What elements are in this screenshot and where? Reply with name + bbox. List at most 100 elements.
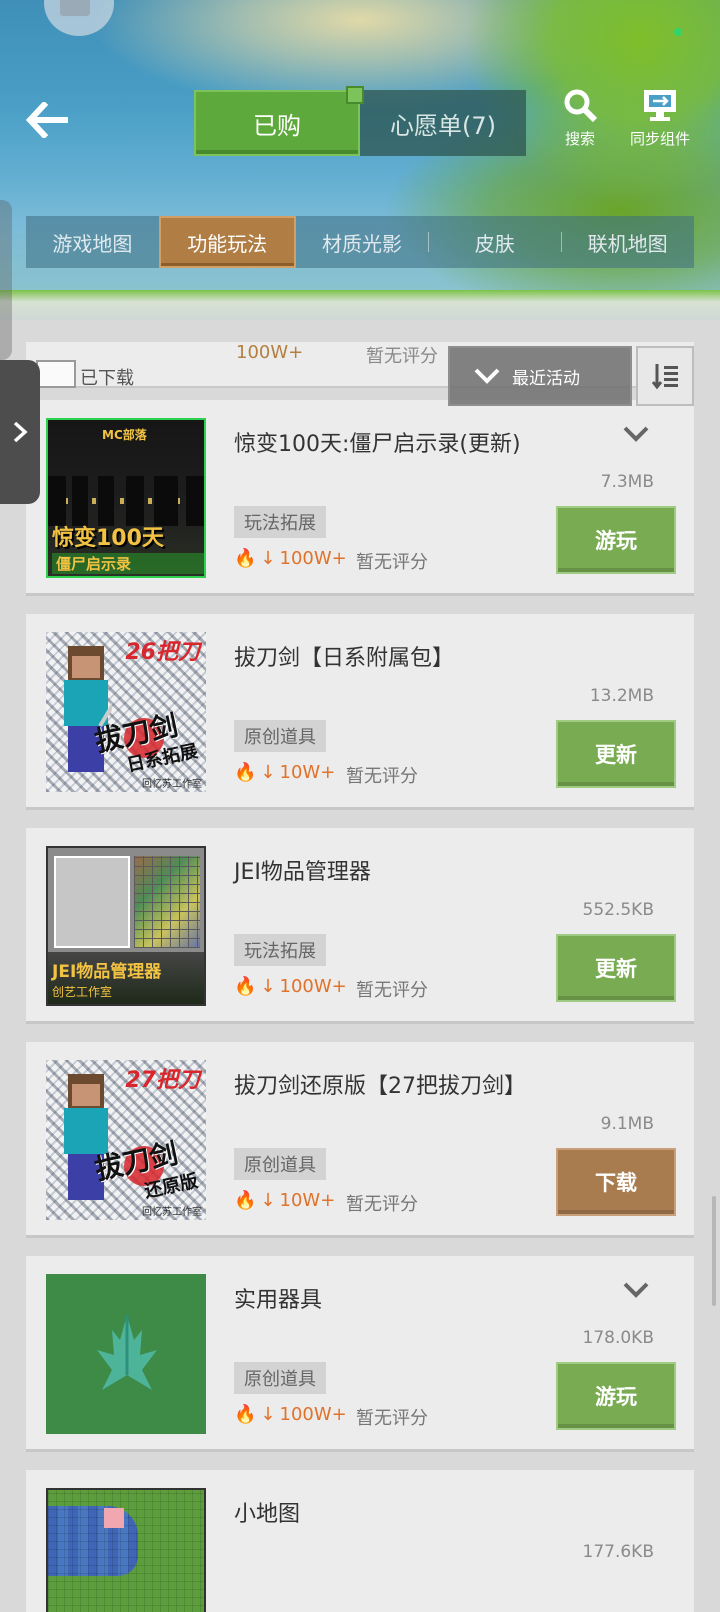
sort-order-button[interactable] <box>636 346 694 406</box>
header-background: 已购 心愿单(7) 搜索 同步组件 游戏地图 功能玩法 材质光影 皮肤 联机地图 <box>0 0 720 300</box>
tab-skins[interactable]: 皮肤 <box>428 216 561 268</box>
update-button[interactable]: 更新 <box>556 720 676 788</box>
item-title[interactable]: JEI物品管理器 <box>234 854 371 886</box>
item-rating: 暂无评分 <box>356 980 428 1001</box>
item-downloads: 🔥 ↓ 100W+ <box>234 548 347 569</box>
down-arrow-icon: ↓ <box>260 1404 276 1425</box>
down-arrow-icon: ↓ <box>260 1190 276 1211</box>
back-button[interactable] <box>26 100 70 140</box>
item-title[interactable]: 小地图 <box>234 1496 300 1528</box>
item-tag: 原创道具 <box>234 1148 326 1180</box>
list-item[interactable]: MC部落 惊变100天 僵尸启示录 惊变100天:僵尸启示录(更新) 7.3MB… <box>26 400 694 596</box>
item-downloads: 🔥 ↓ 10W+ <box>234 1190 335 1211</box>
thumb-subtitle-text: 创艺工作室 <box>52 985 113 999</box>
sync-components-button[interactable]: 同步组件 <box>620 86 700 150</box>
item-thumbnail[interactable]: MC部落 惊变100天 僵尸启示录 <box>46 418 206 578</box>
search-button[interactable]: 搜索 <box>540 86 620 150</box>
item-size: 9.1MB <box>600 1114 654 1134</box>
list-item[interactable]: JEI物品管理器 创艺工作室 JEI物品管理器 552.5KB 玩法拓展 🔥 ↓… <box>26 828 694 1024</box>
item-title[interactable]: 实用器具 <box>234 1282 322 1314</box>
thumb-skyline <box>48 476 204 526</box>
tab-multiplayer-maps[interactable]: 联机地图 <box>561 216 694 268</box>
item-thumbnail[interactable]: JEI物品管理器 创艺工作室 <box>46 846 206 1006</box>
tab-textures-shaders[interactable]: 材质光影 <box>296 216 429 268</box>
thumb-title-text: 惊变100天 <box>52 526 164 551</box>
page: 已购 心愿单(7) 搜索 同步组件 游戏地图 功能玩法 材质光影 皮肤 联机地图… <box>0 0 720 1612</box>
item-downloads: 🔥 ↓ 100W+ <box>234 1404 347 1425</box>
downloaded-label: 已下载 <box>80 368 134 389</box>
monitor-sync-icon <box>641 86 679 124</box>
download-count: 100W+ <box>279 1404 347 1425</box>
item-rating: 暂无评分 <box>356 552 428 573</box>
item-title[interactable]: 拔刀剑还原版【27把拔刀剑】 <box>234 1068 526 1100</box>
thumb-number-text: 26把刀 <box>125 640 200 665</box>
header-divider <box>0 290 720 320</box>
down-arrow-icon: ↓ <box>260 762 276 783</box>
list-item[interactable]: 27把刀 拔刀剑 还原版 回忆苏工作室 拔刀剑还原版【27把拔刀剑】 9.1MB… <box>26 1042 694 1238</box>
play-button[interactable]: 游玩 <box>556 506 676 574</box>
item-tag: 玩法拓展 <box>234 506 326 538</box>
downloaded-checkbox[interactable] <box>36 360 76 388</box>
edge-handle[interactable] <box>0 200 12 360</box>
thumb-item-grid <box>134 856 200 948</box>
item-rating: 暂无评分 <box>346 1194 418 1215</box>
thumb-crafting-panel <box>54 856 130 948</box>
item-title[interactable]: 拔刀剑【日系附属包】 <box>234 640 454 672</box>
fire-icon: 🔥 <box>234 548 257 569</box>
download-count: 10W+ <box>279 762 336 783</box>
item-downloads: 🔥 ↓ 10W+ <box>234 762 335 783</box>
tab-purchased[interactable]: 已购 <box>194 86 364 156</box>
floating-badge-icon[interactable] <box>44 0 114 36</box>
scrollbar[interactable] <box>712 1196 716 1306</box>
item-tag: 原创道具 <box>234 720 326 752</box>
item-tag: 原创道具 <box>234 1362 326 1394</box>
sort-label: 最近活动 <box>512 368 580 389</box>
fire-icon: 🔥 <box>234 762 257 783</box>
chevron-down-icon[interactable] <box>622 1276 650 1304</box>
update-button[interactable]: 更新 <box>556 934 676 1002</box>
play-button[interactable]: 游玩 <box>556 1362 676 1430</box>
list-item[interactable]: 小地图 177.6KB <box>26 1470 694 1612</box>
tab-game-maps[interactable]: 游戏地图 <box>26 216 159 268</box>
download-count: 100W+ <box>279 976 347 997</box>
arrow-left-icon <box>26 102 68 138</box>
purchase-wishlist-switch: 已购 心愿单(7) <box>194 86 526 156</box>
item-size: 178.0KB <box>582 1328 654 1348</box>
item-size: 7.3MB <box>600 472 654 492</box>
thumb-logo-text: MC部落 <box>102 428 147 442</box>
item-rating: 暂无评分 <box>346 766 418 787</box>
sort-dropdown[interactable]: 最近活动 <box>448 346 632 406</box>
download-button[interactable]: 下载 <box>556 1148 676 1216</box>
fire-icon: 🔥 <box>234 1404 257 1425</box>
thumb-title-text: JEI物品管理器 <box>52 962 162 982</box>
list-item[interactable]: 实用器具 178.0KB 原创道具 🔥 ↓ 100W+ 暂无评分 游玩 <box>26 1256 694 1452</box>
item-size: 552.5KB <box>582 900 654 920</box>
thumb-studio-text: 回忆苏工作室 <box>142 1207 202 1218</box>
item-thumbnail[interactable] <box>46 1488 206 1612</box>
notification-dot <box>674 28 682 36</box>
chevron-right-icon <box>13 421 28 443</box>
tab-function-play[interactable]: 功能玩法 <box>158 216 296 268</box>
pig-icon <box>104 1508 124 1528</box>
sort-list-icon <box>651 364 678 390</box>
list-item[interactable]: 26把刀 拔刀剑 日系拓展 回忆苏工作室 拔刀剑【日系附属包】 13.2MB 原… <box>26 614 694 810</box>
side-drawer-handle[interactable] <box>0 360 40 504</box>
item-title[interactable]: 惊变100天:僵尸启示录(更新) <box>234 426 521 458</box>
chevron-down-icon[interactable] <box>622 420 650 448</box>
thumb-subtitle-text: 僵尸启示录 <box>52 553 204 574</box>
item-rating: 暂无评分 <box>356 1408 428 1429</box>
item-tag: 玩法拓展 <box>234 934 326 966</box>
fire-icon: 🔥 <box>234 976 257 997</box>
scrolled-stats-ghost: 100W+ <box>236 342 304 363</box>
thumb-blocks <box>48 1490 204 1612</box>
down-arrow-icon: ↓ <box>260 976 276 997</box>
search-label: 搜索 <box>564 130 595 148</box>
category-tabs: 游戏地图 功能玩法 材质光影 皮肤 联机地图 <box>26 216 694 268</box>
sync-label: 同步组件 <box>629 130 690 148</box>
item-thumbnail[interactable] <box>46 1274 206 1434</box>
tab-wishlist[interactable]: 心愿单(7) <box>360 90 526 156</box>
item-downloads: 🔥 ↓ 100W+ <box>234 976 347 997</box>
item-thumbnail[interactable]: 26把刀 拔刀剑 日系拓展 回忆苏工作室 <box>46 632 206 792</box>
scrolled-rating-ghost: 暂无评分 <box>366 346 438 367</box>
item-thumbnail[interactable]: 27把刀 拔刀剑 还原版 回忆苏工作室 <box>46 1060 206 1220</box>
